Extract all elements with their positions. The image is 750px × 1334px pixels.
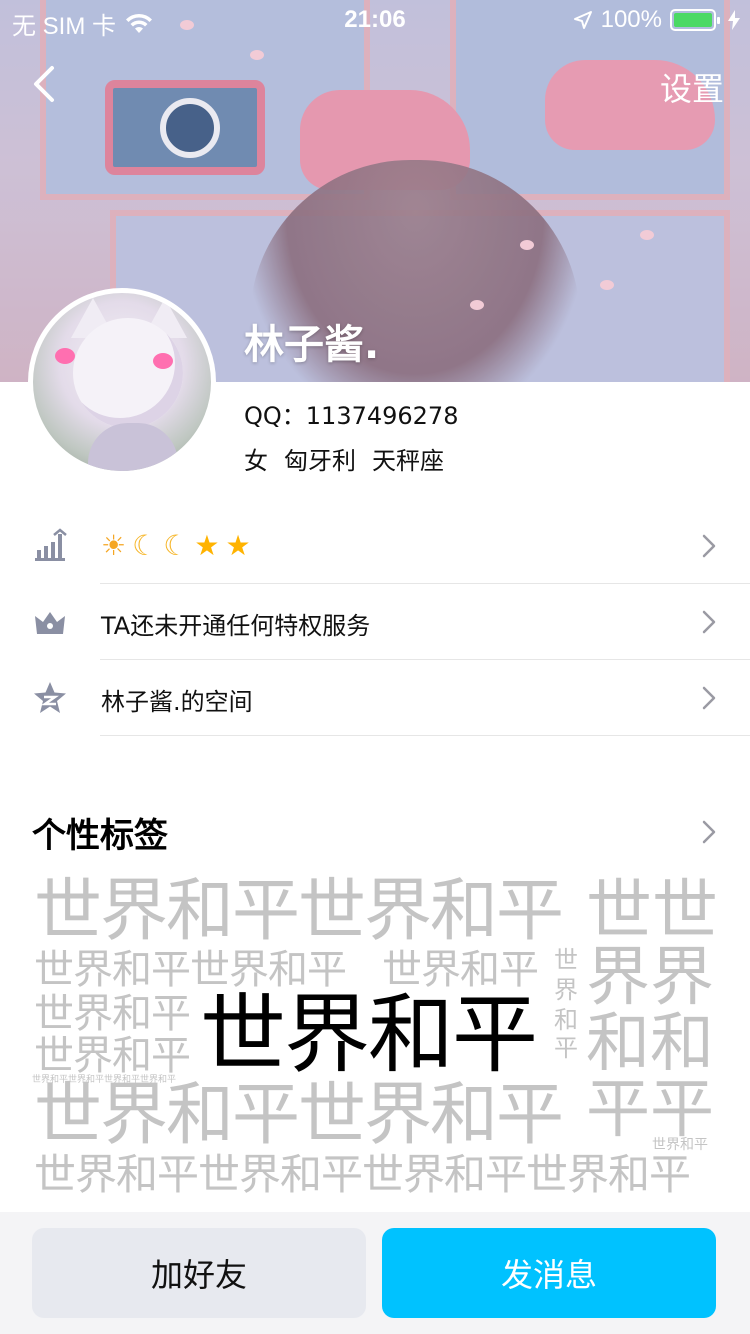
tag-word: 世界和平 <box>382 947 539 993</box>
chevron-right-icon[interactable] <box>702 820 716 844</box>
battery-percent: 100% <box>600 6 662 33</box>
tag-word: 世界和平 <box>34 991 191 1037</box>
sun-icon: ☀ <box>101 529 127 562</box>
location-arrow-icon <box>573 11 592 29</box>
privilege-label: TA还未开通任何特权服务 <box>101 612 371 640</box>
avatar-bow <box>55 348 75 364</box>
profile-qq-number: QQ：1137496278 <box>244 402 459 430</box>
privilege-row[interactable]: TA还未开通任何特权服务 <box>0 584 750 660</box>
profile-meta: 女 匈牙利 天秤座 <box>244 441 444 476</box>
tag-word: 世 <box>554 946 578 974</box>
avatar[interactable] <box>28 288 216 476</box>
row-divider <box>100 735 750 736</box>
tag-word: 界界 <box>586 941 714 1015</box>
tag-word: 界 <box>554 976 578 1004</box>
battery-level <box>674 13 712 27</box>
qzone-star-icon <box>34 682 66 713</box>
chevron-right-icon <box>702 610 716 634</box>
tag-word: 世界和平世界和平 <box>34 947 347 993</box>
qzone-row[interactable]: 林子酱.的空间 <box>0 660 750 736</box>
status-bar: 无 SIM 卡 21:06 100% <box>0 0 750 40</box>
add-friend-button[interactable]: 加好友 <box>32 1228 366 1318</box>
avatar-bow <box>153 353 173 369</box>
tag-word: 世界和平世界和平世界和平世界和平 <box>34 1150 691 1199</box>
avatar-head <box>73 318 183 428</box>
battery-icon <box>670 9 720 31</box>
star-icon: ★ <box>225 529 251 562</box>
moon-icon: ☾ <box>163 529 189 562</box>
tag-word: 世界和平世界和平 <box>34 872 564 951</box>
chevron-right-icon <box>702 534 716 558</box>
moon-icon: ☾ <box>132 529 158 562</box>
tag-word: 平 <box>554 1034 578 1062</box>
tag-word: 和和 <box>586 1007 714 1081</box>
profile-gender: 女 <box>244 447 268 475</box>
tag-cloud[interactable]: 世界和平世界和平 世世 世界和平世界和平 世界和平 世 界 和 平 界界 世界和… <box>30 870 720 1210</box>
profile-zodiac: 天秤座 <box>372 447 444 475</box>
bottom-action-bar: 加好友 发消息 <box>0 1212 750 1334</box>
level-row[interactable]: ☀ ☾ ☾ ★ ★ <box>0 508 750 584</box>
status-right: 100% <box>573 6 740 34</box>
profile-name: 林子酱. <box>244 322 380 368</box>
crown-icon <box>35 612 65 634</box>
settings-button[interactable]: 设置 <box>660 64 724 110</box>
level-chart-icon <box>35 528 67 561</box>
tags-section-title: 个性标签 <box>32 816 168 856</box>
qzone-label: 林子酱.的空间 <box>101 688 253 716</box>
send-message-button[interactable]: 发消息 <box>382 1228 716 1318</box>
tag-word: 世界和平世界和平 <box>34 1076 564 1155</box>
avatar-body <box>88 423 178 471</box>
back-arrow-icon[interactable] <box>28 62 68 106</box>
level-badges: ☀ ☾ ☾ ★ ★ <box>101 526 251 566</box>
main-tag: 世界和平 <box>200 985 538 1085</box>
tag-word: 世界和平 <box>34 1033 191 1079</box>
tag-word: 和 <box>554 1006 578 1034</box>
charging-bolt-icon <box>728 10 740 30</box>
profile-country: 匈牙利 <box>284 447 356 475</box>
tag-word: 世世 <box>586 872 718 949</box>
tag-word: 平平 <box>586 1073 714 1147</box>
star-icon: ★ <box>194 529 220 562</box>
chevron-right-icon <box>702 686 716 710</box>
